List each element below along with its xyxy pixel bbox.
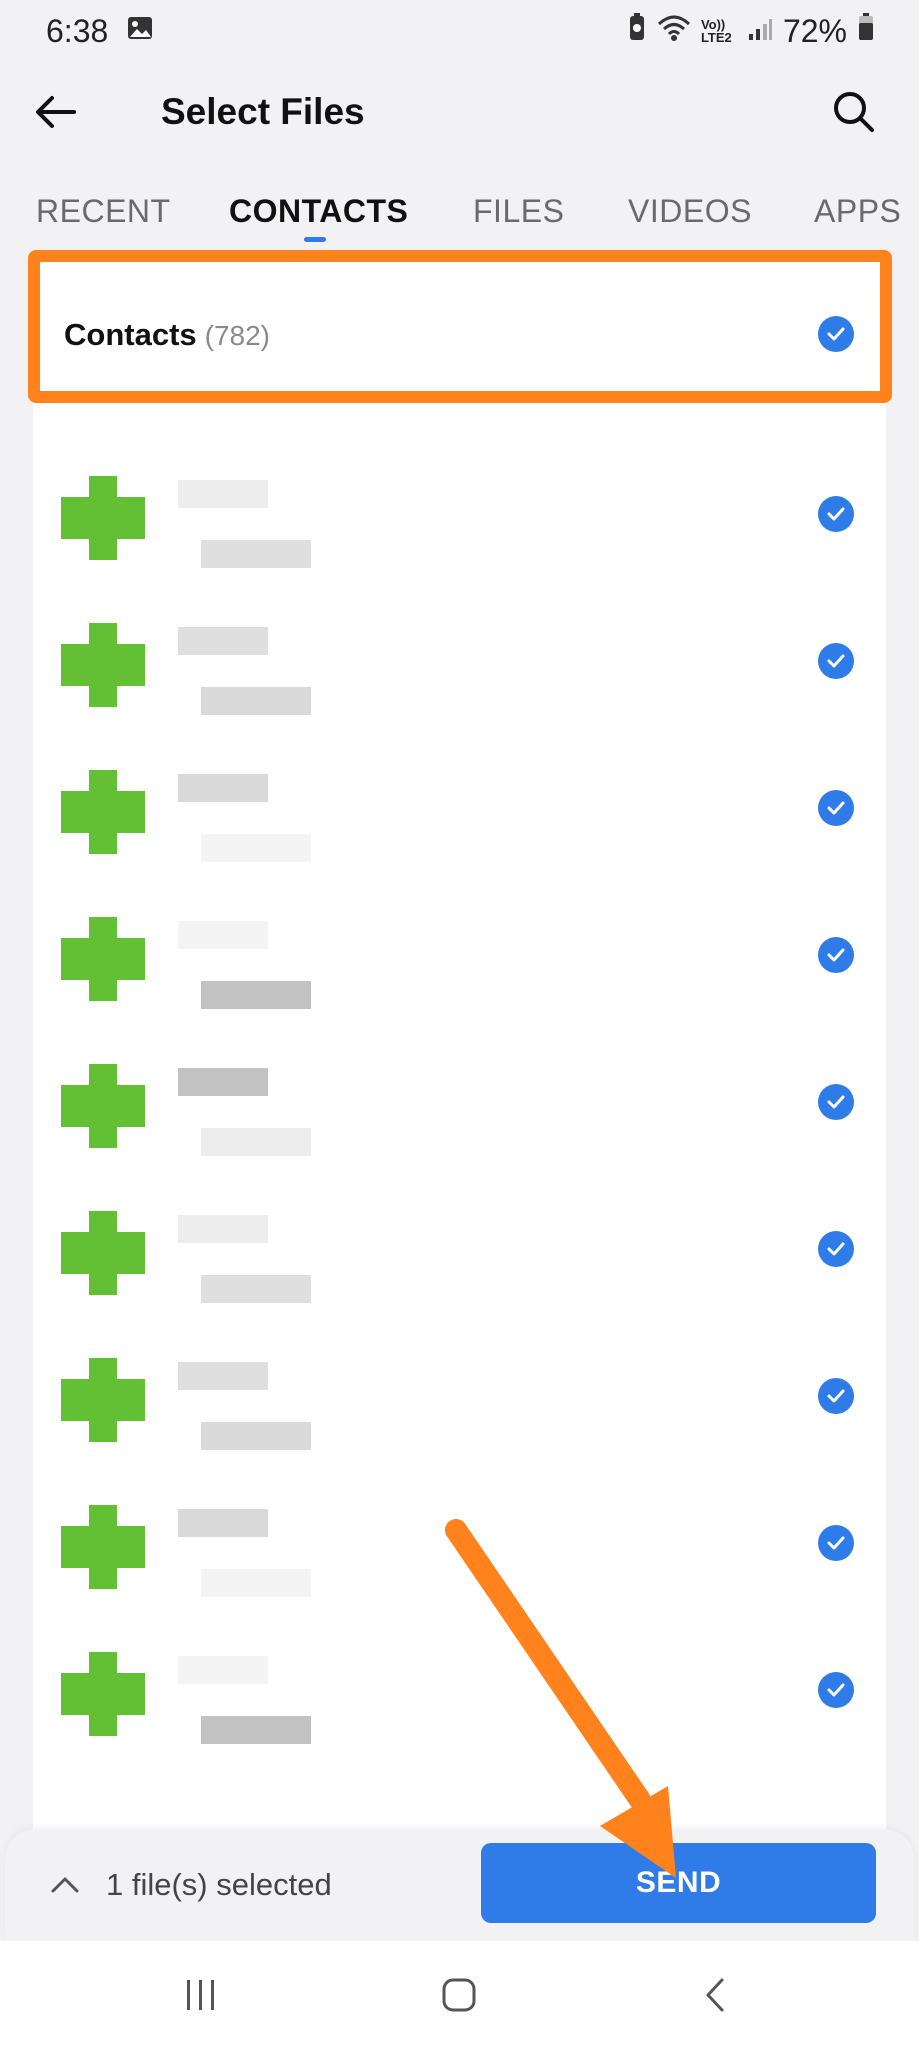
contact-number-redacted [201,1716,311,1744]
arrow-left-icon [36,96,76,128]
contact-name-redacted [178,1362,268,1390]
back-nav-button[interactable] [686,1973,746,2017]
contact-avatar [61,1652,173,1736]
contacts-count: (782) [204,320,271,351]
contact-number-redacted [201,981,311,1009]
contact-checkbox[interactable] [818,1378,854,1414]
battery-icon [857,12,875,50]
contact-checkbox[interactable] [818,937,854,973]
contact-avatar [61,770,173,854]
status-time: 6:38 [46,12,109,49]
contact-checkbox[interactable] [818,643,854,679]
contact-avatar [61,1211,173,1295]
tab-contacts[interactable]: CONTACTS [229,180,408,242]
checkmark-icon [827,507,845,521]
send-button[interactable]: SEND [481,1843,876,1923]
contact-avatar [61,476,173,560]
signal-icon [747,13,773,50]
contact-name-redacted [178,1509,268,1537]
battery-saver-icon [627,12,647,50]
contact-avatar [61,623,173,707]
status-bar: 6:38 Vo)) LTE2 72% [0,0,919,62]
checkmark-icon [827,801,845,815]
contact-avatar [61,1064,173,1148]
checkmark-icon [827,948,845,962]
checkmark-icon [827,1242,845,1256]
contact-checkbox[interactable] [818,790,854,826]
checkmark-icon [827,1389,845,1403]
app-bar: Select Files [0,70,919,152]
contact-name-redacted [178,1215,268,1243]
expand-selection-button[interactable] [45,1865,85,1905]
network-label: Vo)) LTE2 [700,17,732,45]
wifi-icon [657,13,691,50]
contact-checkbox[interactable] [818,1672,854,1708]
contact-avatar [61,1358,173,1442]
checkmark-icon [827,1095,845,1109]
contact-number-redacted [201,687,311,715]
search-button[interactable] [828,86,880,138]
chevron-up-icon [51,1877,79,1893]
search-icon [834,92,874,132]
home-button[interactable] [429,1973,489,2017]
contact-number-redacted [201,540,311,568]
back-button[interactable] [30,86,82,138]
tab-apps[interactable]: APPS [814,180,901,242]
contact-checkbox[interactable] [818,1084,854,1120]
contact-row[interactable] [33,1469,886,1616]
select-all-checkbox[interactable] [818,316,854,352]
contact-row[interactable] [33,440,886,587]
checkmark-icon [827,327,845,341]
contact-number-redacted [201,834,311,862]
contact-name-redacted [178,627,268,655]
contacts-select-all-row[interactable]: Contacts (782) [64,305,270,366]
contact-name-redacted [178,774,268,802]
recents-button[interactable] [171,1973,231,2017]
selection-bar: 1 file(s) selected SEND [5,1829,914,1941]
contact-checkbox[interactable] [818,1231,854,1267]
tab-videos[interactable]: VIDEOS [628,180,752,242]
contact-name-redacted [178,1656,268,1684]
gallery-icon [126,13,154,50]
contact-row[interactable] [33,587,886,734]
contact-row[interactable] [33,1616,886,1763]
contact-row[interactable] [33,1175,886,1322]
page-title: Select Files [161,91,365,132]
system-nav-bar [0,1941,919,2048]
checkmark-icon [827,654,845,668]
active-tab-indicator [304,237,326,242]
checkmark-icon [827,1683,845,1697]
contact-row[interactable] [33,1028,886,1175]
battery-percent: 72% [782,12,847,49]
contacts-header-label: Contacts [64,317,197,352]
contact-number-redacted [201,1569,311,1597]
contact-name-redacted [178,921,268,949]
contact-name-redacted [178,1068,268,1096]
contact-row[interactable] [33,734,886,881]
tab-files[interactable]: FILES [473,180,564,242]
recents-icon [187,1980,214,2010]
contact-avatar [61,1505,173,1589]
contact-number-redacted [201,1275,311,1303]
tab-recent[interactable]: RECENT [36,180,171,242]
contact-avatar [61,917,173,1001]
contact-checkbox[interactable] [818,1525,854,1561]
checkmark-icon [827,1536,845,1550]
contact-name-redacted [178,480,268,508]
contact-row[interactable] [33,881,886,1028]
home-icon [442,1978,476,2012]
selected-count-text: 1 file(s) selected [106,1867,332,1902]
contact-number-redacted [201,1128,311,1156]
back-chevron-icon [706,1978,724,2012]
contact-row[interactable] [33,1322,886,1469]
contact-number-redacted [201,1422,311,1450]
tab-bar: RECENT CONTACTS FILES VIDEOS APPS [0,180,919,242]
contact-checkbox[interactable] [818,496,854,532]
